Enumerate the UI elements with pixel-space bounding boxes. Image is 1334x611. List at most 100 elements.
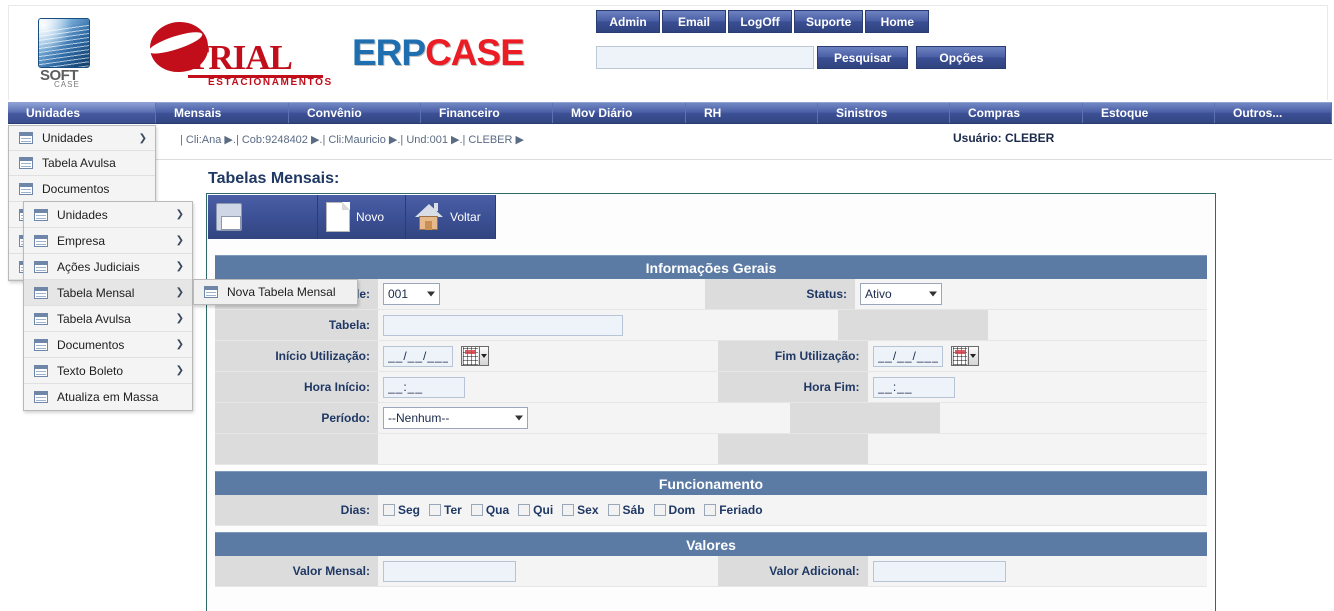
menu-l1-tabela-avulsa[interactable]: Tabela Avulsa xyxy=(9,151,155,176)
fim-utilizacao-input[interactable] xyxy=(872,345,943,367)
menu-l2-empresa[interactable]: Empresa ❯ xyxy=(24,228,192,254)
menu-l2-unidades[interactable]: Unidades ❯ xyxy=(24,202,192,228)
status-select[interactable]: Ativo xyxy=(860,283,942,305)
checkbox-qui[interactable] xyxy=(518,504,531,516)
tabela-mensal-submenu[interactable]: Nova Tabela Mensal xyxy=(193,279,358,305)
dia-qua[interactable]: Qua xyxy=(470,503,509,517)
section-header-valores: Valores xyxy=(215,532,1207,556)
valor-adicional-field-cell xyxy=(867,556,1207,586)
current-user-label: Usuário: CLEBER xyxy=(953,131,1055,145)
form-row-unidade-status: Unidade: 001 Status: Ativo xyxy=(215,279,1207,310)
form-row-valores: Valor Mensal: Valor Adicional: xyxy=(215,556,1207,587)
novo-button[interactable]: Novo xyxy=(318,195,406,239)
topnav-email-button[interactable]: Email xyxy=(662,10,726,33)
periodo-select-value: --Nenhum-- xyxy=(388,411,450,425)
menu-item-mensais[interactable]: Mensais xyxy=(156,103,289,123)
menu-l3-nova-tabela-mensal-label: Nova Tabela Mensal xyxy=(227,285,336,299)
checkbox-seg[interactable] xyxy=(383,504,395,516)
unidade-select-value: 001 xyxy=(388,287,409,301)
topnav-logoff-button[interactable]: LogOff xyxy=(728,10,792,33)
menu-l2-atualiza-em-massa[interactable]: Atualiza em Massa xyxy=(24,384,192,410)
menu-l1-tabela-avulsa-label: Tabela Avulsa xyxy=(42,156,116,170)
fim-utilizacao-field-cell xyxy=(867,341,1207,371)
dia-ter[interactable]: Ter xyxy=(429,503,462,517)
search-button[interactable]: Pesquisar xyxy=(817,46,909,69)
menu-l1-unidades[interactable]: Unidades ❯ xyxy=(9,126,155,151)
table-icon xyxy=(19,157,33,169)
form-row-horas: Hora Início: Hora Fim: xyxy=(215,372,1207,403)
empty-field-1 xyxy=(987,310,1207,340)
table-icon xyxy=(19,182,33,195)
chevron-right-icon: ❯ xyxy=(175,235,184,246)
calendar-icon-fim[interactable] xyxy=(950,346,979,366)
menu-l2-tabela-mensal[interactable]: Tabela Mensal ❯ Nova Tabela Mensal xyxy=(24,279,358,306)
menu-item-rh[interactable]: RH xyxy=(686,103,818,123)
table-icon xyxy=(34,391,48,403)
periodo-select[interactable]: --Nenhum-- xyxy=(383,407,528,429)
tabela-input[interactable] xyxy=(383,314,623,336)
dia-qui-label: Qui xyxy=(533,503,554,517)
menu-l1-documentos[interactable]: Documentos xyxy=(9,176,155,202)
dia-seg[interactable]: Seg xyxy=(383,503,420,517)
app-window: SOFT CASE TRIAL ESTACIONAMENTOS ERPCASE … xyxy=(0,0,1334,611)
valor-adicional-label: Valor Adicional: xyxy=(717,556,868,586)
tabela-label: Tabela: xyxy=(215,310,378,340)
house-icon xyxy=(414,203,444,231)
menu-item-compras[interactable]: Compras xyxy=(950,103,1083,123)
voltar-button[interactable]: Voltar xyxy=(406,195,496,239)
topnav-home-button[interactable]: Home xyxy=(865,10,930,33)
unidade-field-cell: 001 xyxy=(378,279,705,309)
chevron-right-icon: ❯ xyxy=(175,287,184,298)
voltar-button-label: Voltar xyxy=(450,210,481,224)
calendar-icon-inicio[interactable] xyxy=(461,346,489,366)
dia-sex[interactable]: Sex xyxy=(562,503,599,517)
dia-sab[interactable]: Sáb xyxy=(607,503,645,517)
topnav-admin-button[interactable]: Admin xyxy=(596,10,660,33)
unidade-select[interactable]: 001 xyxy=(383,283,440,305)
checkbox-sab[interactable] xyxy=(607,504,620,516)
menu-item-mov-diario[interactable]: Mov Diário xyxy=(553,103,686,123)
dia-qui[interactable]: Qui xyxy=(518,503,553,517)
menu-item-estoque[interactable]: Estoque xyxy=(1083,103,1215,123)
dia-sab-label: Sáb xyxy=(622,503,645,517)
hora-inicio-field-cell xyxy=(378,372,718,402)
topnav-suporte-button[interactable]: Suporte xyxy=(794,10,864,33)
erpcase-logo-erp: ERP xyxy=(352,32,426,73)
menu-item-convenio[interactable]: Convênio xyxy=(289,103,421,123)
checkbox-dom[interactable] xyxy=(653,504,666,516)
checkbox-sex[interactable] xyxy=(562,504,575,516)
menu-l2-documentos[interactable]: Documentos ❯ xyxy=(24,332,192,358)
menu-l2-atualiza-label: Atualiza em Massa xyxy=(57,390,159,404)
section-header-informacoes-gerais: Informações Gerais xyxy=(215,255,1207,279)
menu-l2-tabela-avulsa[interactable]: Tabela Avulsa ❯ xyxy=(24,306,192,332)
menu-item-outros[interactable]: Outros... xyxy=(1215,103,1332,123)
checkbox-feriado[interactable] xyxy=(704,504,717,516)
inicio-utilizacao-input[interactable] xyxy=(383,345,453,367)
checkbox-qua[interactable] xyxy=(470,504,483,516)
menu-item-sinistros[interactable]: Sinistros xyxy=(818,103,950,123)
dia-feriado[interactable]: Feriado xyxy=(704,503,763,517)
options-button[interactable]: Opções xyxy=(916,46,1007,69)
empty-field-2 xyxy=(940,403,1207,433)
table-icon xyxy=(34,312,48,325)
hora-fim-field-cell xyxy=(867,372,1207,402)
valor-adicional-input[interactable] xyxy=(872,560,1006,582)
menu-l2-acoes-judiciais[interactable]: Ações Judiciais ❯ xyxy=(24,254,192,280)
checkbox-ter[interactable] xyxy=(429,504,442,516)
dia-dom[interactable]: Dom xyxy=(653,503,695,517)
periodo-label: Período: xyxy=(215,403,378,433)
hora-fim-input[interactable] xyxy=(872,376,955,398)
page-header: SOFT CASE TRIAL ESTACIONAMENTOS ERPCASE … xyxy=(0,0,1334,100)
dias-field-cell: Seg Ter Qua Qui Sex Sáb Dom Feriado xyxy=(378,495,1207,525)
breadcrumb[interactable]: | Cli:Ana ▶.| Cob:9248402 ▶.| Cli:Mauric… xyxy=(180,133,524,146)
search-input[interactable] xyxy=(596,46,814,69)
menu-item-financeiro[interactable]: Financeiro xyxy=(421,103,553,123)
menu-l2-texto-boleto[interactable]: Texto Boleto ❯ xyxy=(24,358,192,384)
menu-l2-unidades-label: Unidades xyxy=(57,207,108,222)
valor-mensal-input[interactable] xyxy=(383,560,516,582)
softcase-logo-mark xyxy=(38,18,90,68)
menu-item-unidades[interactable]: Unidades xyxy=(8,103,156,123)
salvar-button[interactable] xyxy=(208,195,318,239)
table-icon xyxy=(34,260,48,273)
hora-inicio-input[interactable] xyxy=(383,376,465,398)
